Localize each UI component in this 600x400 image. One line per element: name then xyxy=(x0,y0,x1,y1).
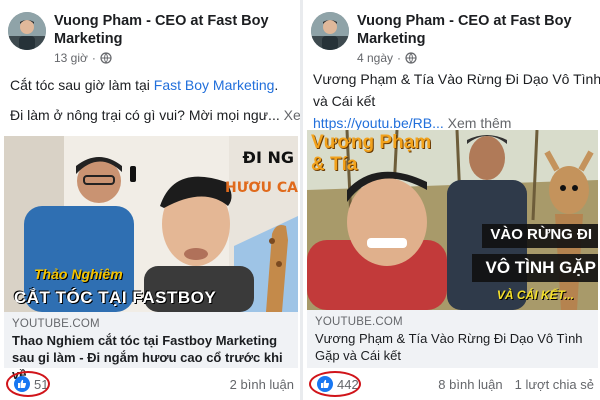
highlight-circle xyxy=(6,371,50,397)
thumbnail-caption-main: CẮT TÓC TẠI FASTBOY xyxy=(14,288,217,307)
comment-count[interactable]: 8 bình luận xyxy=(438,377,502,392)
reactions-summary[interactable]: 442 xyxy=(309,371,365,397)
avatar[interactable] xyxy=(8,12,46,50)
see-more-link[interactable]: Xem thêm xyxy=(448,115,512,131)
post-header: Vuong Pham - CEO at Fast Boy Marketing 1… xyxy=(8,8,296,68)
page-link[interactable]: Fast Boy Marketing xyxy=(154,77,275,93)
thumbnail-banner: VÀ CÁI KẾT... xyxy=(496,288,574,302)
globe-icon xyxy=(405,52,417,64)
video-thumbnail[interactable]: Vương Phạm & Tía VÀO RỪNG ĐI VÔ TÌNH GẶP… xyxy=(307,130,598,310)
post-text-punct: . xyxy=(274,77,279,93)
thumbnail-overlay-text: ĐI NG xyxy=(242,148,294,167)
share-count[interactable]: 1 lượt chia sẻ xyxy=(515,377,594,392)
avatar[interactable] xyxy=(311,12,349,50)
post-text: Vương Phạm & Tía Vào Rừng Đi Dạo Vô Tình… xyxy=(313,68,600,134)
see-more-link[interactable]: Xem t xyxy=(284,107,300,123)
link-preview[interactable]: YOUTUBE.COM Thao Nghiem cắt tóc tại Fast… xyxy=(4,312,298,382)
post-time[interactable]: 13 giờ xyxy=(54,51,88,65)
post-text: Cắt tóc sau giờ làm tại Fast Boy Marketi… xyxy=(10,74,300,126)
post-footer: 442 8 bình luận 1 lượt chia sẻ xyxy=(309,371,594,397)
link-domain: YOUTUBE.COM xyxy=(12,318,100,330)
globe-icon xyxy=(100,52,112,64)
post-header: Vuong Pham - CEO at Fast Boy Marketing 4… xyxy=(311,8,596,68)
reactions-summary[interactable]: 51 xyxy=(6,371,54,397)
highlight-circle xyxy=(309,371,361,397)
post-text-line: Vương Phạm & Tía Vào Rừng Đi Dạo Vô Tình… xyxy=(313,71,600,87)
video-thumbnail[interactable]: ĐI NG HƯƠU CA Thảo Nghiêm CẮT TÓC TẠI FA… xyxy=(4,136,298,312)
post-text-line: và Cái kết xyxy=(313,93,376,109)
post-time[interactable]: 4 ngày xyxy=(357,51,393,65)
thumbnail-title: Vương Phạm xyxy=(311,132,432,153)
author-name[interactable]: Vuong Pham - CEO at Fast Boy Marketing xyxy=(54,12,296,48)
facebook-post-right: Vuong Pham - CEO at Fast Boy Marketing 4… xyxy=(303,0,600,400)
post-text-line: Đi làm ở nông trại có gì vui? Mời mọi ng… xyxy=(10,107,280,123)
link-title[interactable]: Vương Phạm & Tía Vào Rừng Đi Dạo Vô Tình… xyxy=(315,330,590,364)
thumbnail-overlay-text: HƯƠU CA xyxy=(225,180,298,196)
thumbnail-caption-name: Thảo Nghiêm xyxy=(34,266,123,282)
facebook-post-left: Vuong Pham - CEO at Fast Boy Marketing 1… xyxy=(0,0,300,400)
link-preview[interactable]: YOUTUBE.COM Vương Phạm & Tía Vào Rừng Đi… xyxy=(307,310,598,368)
thumbnail-title: & Tía xyxy=(311,154,358,175)
screenshot-collage: Vuong Pham - CEO at Fast Boy Marketing 1… xyxy=(0,0,600,400)
post-text-line: Cắt tóc sau giờ làm tại xyxy=(10,77,154,93)
comment-count[interactable]: 2 bình luận xyxy=(230,377,294,392)
youtube-link[interactable]: https://youtu.be/RB... xyxy=(313,115,444,131)
post-footer: 51 2 bình luận xyxy=(6,371,294,397)
thumbnail-banner: VÔ TÌNH GẶP xyxy=(485,258,596,277)
post-meta: 13 giờ · xyxy=(54,51,112,65)
post-meta: 4 ngày · xyxy=(357,51,417,65)
author-name[interactable]: Vuong Pham - CEO at Fast Boy Marketing xyxy=(357,12,596,48)
thumbnail-banner: VÀO RỪNG ĐI xyxy=(490,226,592,243)
link-domain: YOUTUBE.COM xyxy=(315,316,403,328)
